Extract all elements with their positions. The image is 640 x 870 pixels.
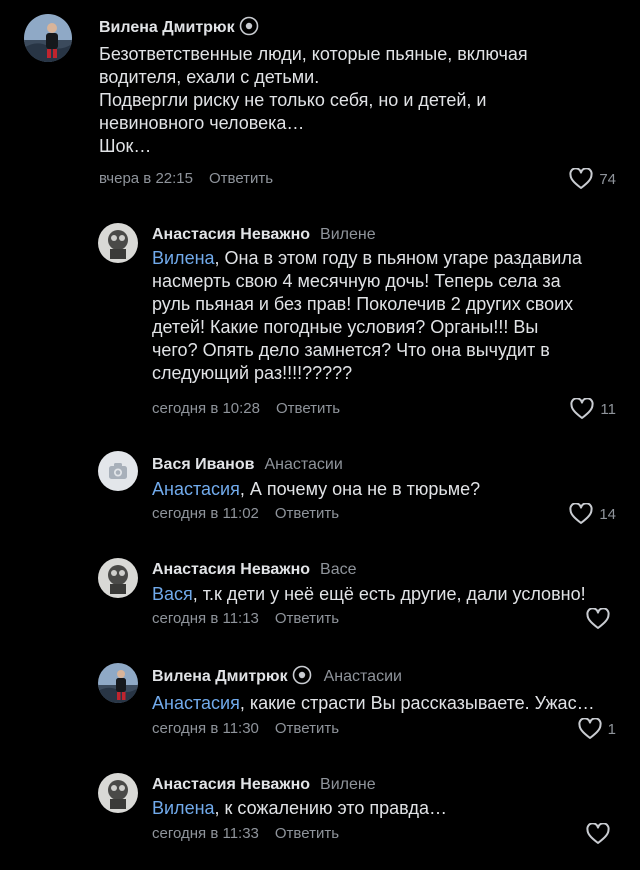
comment-header: Анастасия Неважно Васе [152, 560, 357, 580]
avatar[interactable] [98, 773, 138, 813]
text-line: , к сожалению это правда… [214, 798, 447, 818]
camera-placeholder-icon [98, 451, 138, 491]
reply-button[interactable]: Ответить [276, 400, 340, 417]
reply-button[interactable]: Ответить [275, 610, 339, 627]
verified-badge-icon [239, 16, 259, 42]
timestamp: сегодня в 11:13 [152, 610, 259, 627]
like-button[interactable]: 74 [569, 168, 616, 190]
author-name[interactable]: Вилена Дмитрюк [152, 668, 288, 685]
comment-meta: сегодня в 11:30 Ответить [152, 720, 339, 738]
text-line: , Она в этом году в пьяном угаре раздави… [214, 248, 582, 268]
like-button[interactable] [586, 823, 616, 845]
heart-icon [570, 398, 594, 419]
comment: Вилена Дмитрюк Безответственные люди, ко… [0, 0, 640, 200]
mention-link[interactable]: Анастасия [152, 693, 240, 713]
author-name[interactable]: Вилена Дмитрюк [99, 19, 235, 36]
comment-meta: вчера в 22:15 Ответить [99, 170, 273, 188]
like-button[interactable]: 14 [569, 503, 616, 525]
comment-text: Анастасия, какие страсти Вы рассказывает… [152, 692, 622, 715]
like-count: 74 [599, 170, 616, 188]
comment-header: Вася Иванов Анастасии [152, 455, 343, 475]
heart-icon [586, 608, 610, 629]
verified-badge-icon [292, 665, 312, 691]
heart-icon [586, 823, 610, 844]
text-line: следующий раз!!!!????? [152, 363, 353, 383]
reply-button[interactable]: Ответить [275, 505, 339, 522]
timestamp: вчера в 22:15 [99, 170, 193, 187]
reply-to-label[interactable]: Вилене [320, 776, 376, 793]
reply-button[interactable]: Ответить [209, 170, 273, 187]
author-name[interactable]: Анастасия Неважно [152, 776, 310, 793]
mention-link[interactable]: Вилена [152, 798, 215, 818]
text-line: руль пьяная и без прав! Поколечив 2 друг… [152, 294, 574, 314]
reply-to-label[interactable]: Анастасии [324, 668, 402, 685]
heart-icon [569, 503, 593, 524]
heart-icon [569, 168, 593, 189]
like-button[interactable]: 1 [578, 718, 616, 740]
avatar[interactable] [98, 223, 138, 263]
comment-text: Вилена, к сожалению это правда… [152, 797, 622, 820]
reply-button[interactable]: Ответить [275, 720, 339, 737]
avatar-photo-icon [98, 558, 138, 598]
timestamp: сегодня в 11:02 [152, 505, 259, 522]
text-line: Безответственные люди, которые пьяные, в… [99, 44, 528, 64]
comment-text: Вилена, Она в этом году в пьяном угаре р… [152, 247, 622, 385]
text-line: невиновного человека… [99, 113, 305, 133]
like-button[interactable]: 11 [570, 398, 616, 420]
comment-header: Анастасия Неважно Вилене [152, 225, 376, 245]
text-line: , т.к дети у неё ещё есть другие, дали у… [192, 584, 586, 604]
avatar[interactable] [98, 558, 138, 598]
comment-header: Анастасия Неважно Вилене [152, 775, 376, 795]
text-line: , какие страсти Вы рассказываете. Ужас… [239, 693, 595, 713]
like-button[interactable] [586, 608, 616, 630]
comment-meta: сегодня в 10:28 Ответить [152, 400, 340, 418]
text-line: детей! Какие погодные условия? Органы!!!… [152, 317, 539, 337]
comment-meta: сегодня в 11:02 Ответить [152, 505, 339, 523]
comment-text: Анастасия, А почему она не в тюрьме? [152, 478, 622, 501]
comment-text: Безответственные люди, которые пьяные, в… [99, 43, 619, 158]
timestamp: сегодня в 11:30 [152, 720, 259, 737]
mention-link[interactable]: Анастасия [152, 479, 240, 499]
mention-link[interactable]: Вася [152, 584, 193, 604]
like-count: 11 [600, 400, 616, 418]
text-line: , А почему она не в тюрьме? [239, 479, 481, 499]
avatar-photo-icon [24, 14, 72, 62]
author-name[interactable]: Анастасия Неважно [152, 561, 310, 578]
author-name[interactable]: Анастасия Неважно [152, 226, 310, 243]
comment-text: Вася, т.к дети у неё ещё есть другие, да… [152, 583, 622, 606]
timestamp: сегодня в 11:33 [152, 825, 259, 842]
like-count: 1 [607, 720, 616, 738]
like-count: 14 [599, 505, 616, 523]
reply-to-label[interactable]: Анастасии [264, 456, 342, 473]
mention-link[interactable]: Вилена [152, 248, 215, 268]
reply-button[interactable]: Ответить [275, 825, 339, 842]
comment-header: Вилена Дмитрюк [99, 16, 259, 42]
text-line: водителя, ехали с детьми. [99, 67, 320, 87]
text-line: Подвергли риску не только себя, но и дет… [99, 90, 487, 110]
comment-meta: сегодня в 11:13 Ответить [152, 610, 339, 628]
avatar-photo-icon [98, 773, 138, 813]
text-line: чего? Опять дело замнется? Что она вычуд… [152, 340, 550, 360]
text-line: Шок… [99, 136, 152, 156]
avatar[interactable] [98, 451, 138, 491]
reply-to-label[interactable]: Васе [320, 561, 356, 578]
reply-to-label[interactable]: Вилене [320, 226, 376, 243]
avatar-photo-icon [98, 663, 138, 703]
heart-icon [578, 718, 602, 739]
comment-header: Вилена Дмитрюк Анастасии [152, 665, 402, 691]
timestamp: сегодня в 10:28 [152, 400, 260, 417]
comment-meta: сегодня в 11:33 Ответить [152, 825, 339, 843]
avatar[interactable] [98, 663, 138, 703]
avatar-photo-icon [98, 223, 138, 263]
author-name[interactable]: Вася Иванов [152, 456, 254, 473]
text-line: насмерть свою 4 месячную дочь! Теперь се… [152, 271, 561, 291]
avatar[interactable] [24, 14, 72, 62]
